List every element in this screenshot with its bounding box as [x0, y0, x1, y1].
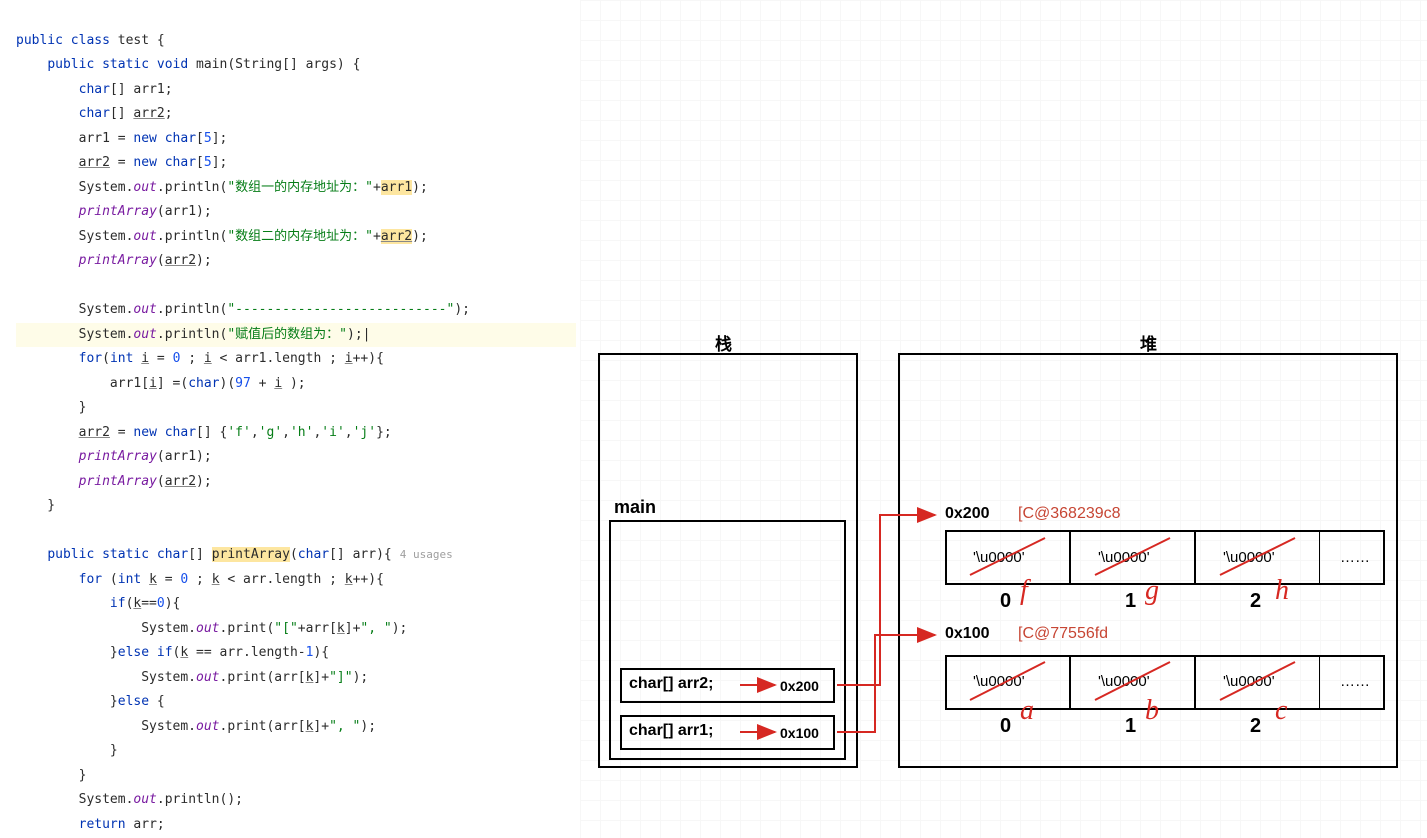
code-line: for(int i = 0 ; i < arr1.length ; i++){ [16, 351, 384, 366]
code-line: System.out.print("["+arr[k]+", "); [16, 621, 407, 636]
main-label: main [614, 497, 656, 518]
code-line: arr2 = new char[] {'f','g','h','i','j'}; [16, 425, 392, 440]
code-line: arr2 = new char[5]; [16, 155, 227, 170]
hand-f: f [1020, 575, 1028, 607]
usages-hint[interactable]: 4 usages [400, 548, 453, 561]
code-line: } [16, 498, 55, 513]
code-line: public static void main(String[] args) { [16, 57, 360, 72]
arr1-addr: 0x100 [780, 725, 819, 741]
code-line: } [16, 768, 86, 783]
memory-diagram: 栈 堆 main char[] arr2; 0x200 char[] arr1;… [580, 0, 1427, 838]
code-line: System.out.println(); [16, 792, 243, 807]
arr2-decl: char[] arr2; [629, 675, 713, 693]
arr1-decl: char[] arr1; [629, 722, 713, 740]
code-line: if(k==0){ [16, 596, 180, 611]
code-line: } [16, 400, 86, 415]
code-line: System.out.println("--------------------… [16, 302, 470, 317]
code-line: public static char[] printArray(char[] a… [16, 547, 453, 562]
code-line: System.out.println("数组二的内存地址为："+arr2); [16, 229, 428, 244]
code-line: char[] arr1; [16, 82, 173, 97]
code-line: }else { [16, 694, 165, 709]
code-line: public class test { [16, 33, 165, 48]
code-line: printArray(arr2); [16, 253, 212, 268]
code-line: arr1 = new char[5]; [16, 131, 227, 146]
hand-g: g [1145, 575, 1159, 607]
code-line: System.out.print(arr[k]+"]"); [16, 670, 368, 685]
objref-1: [C@77556fd [1018, 625, 1108, 643]
heap-title: 堆 [1140, 330, 1157, 355]
code-line: } [16, 743, 118, 758]
code-line: System.out.println("数组一的内存地址为："+arr1); [16, 180, 428, 195]
code-line: System.out.print(arr[k]+", "); [16, 719, 376, 734]
arr2-addr: 0x200 [780, 678, 819, 694]
method-name: printArray [212, 547, 290, 562]
code-line: printArray(arr1); [16, 449, 212, 464]
code-line: return arr; [16, 817, 165, 832]
heap-addr-1: 0x100 [945, 625, 990, 643]
code-line: arr1[i] =(char)(97 + i ); [16, 376, 306, 391]
code-line: for (int k = 0 ; k < arr.length ; k++){ [16, 572, 384, 587]
stack-title: 栈 [715, 330, 732, 355]
objref-2: [C@368239c8 [1018, 505, 1121, 523]
hand-a: a [1020, 695, 1034, 727]
hand-h: h [1275, 575, 1289, 607]
code-line: printArray(arr1); [16, 204, 212, 219]
heap-addr-2: 0x200 [945, 505, 990, 523]
hand-c: c [1275, 695, 1287, 727]
code-line: char[] arr2; [16, 106, 173, 121]
hand-b: b [1145, 695, 1159, 727]
code-line: }else if(k == arr.length-1){ [16, 645, 329, 660]
code-editor: public class test { public static void m… [0, 0, 580, 838]
code-line: System.out.println("赋值后的数组为：");| [16, 327, 576, 342]
code-line: printArray(arr2); [16, 474, 212, 489]
